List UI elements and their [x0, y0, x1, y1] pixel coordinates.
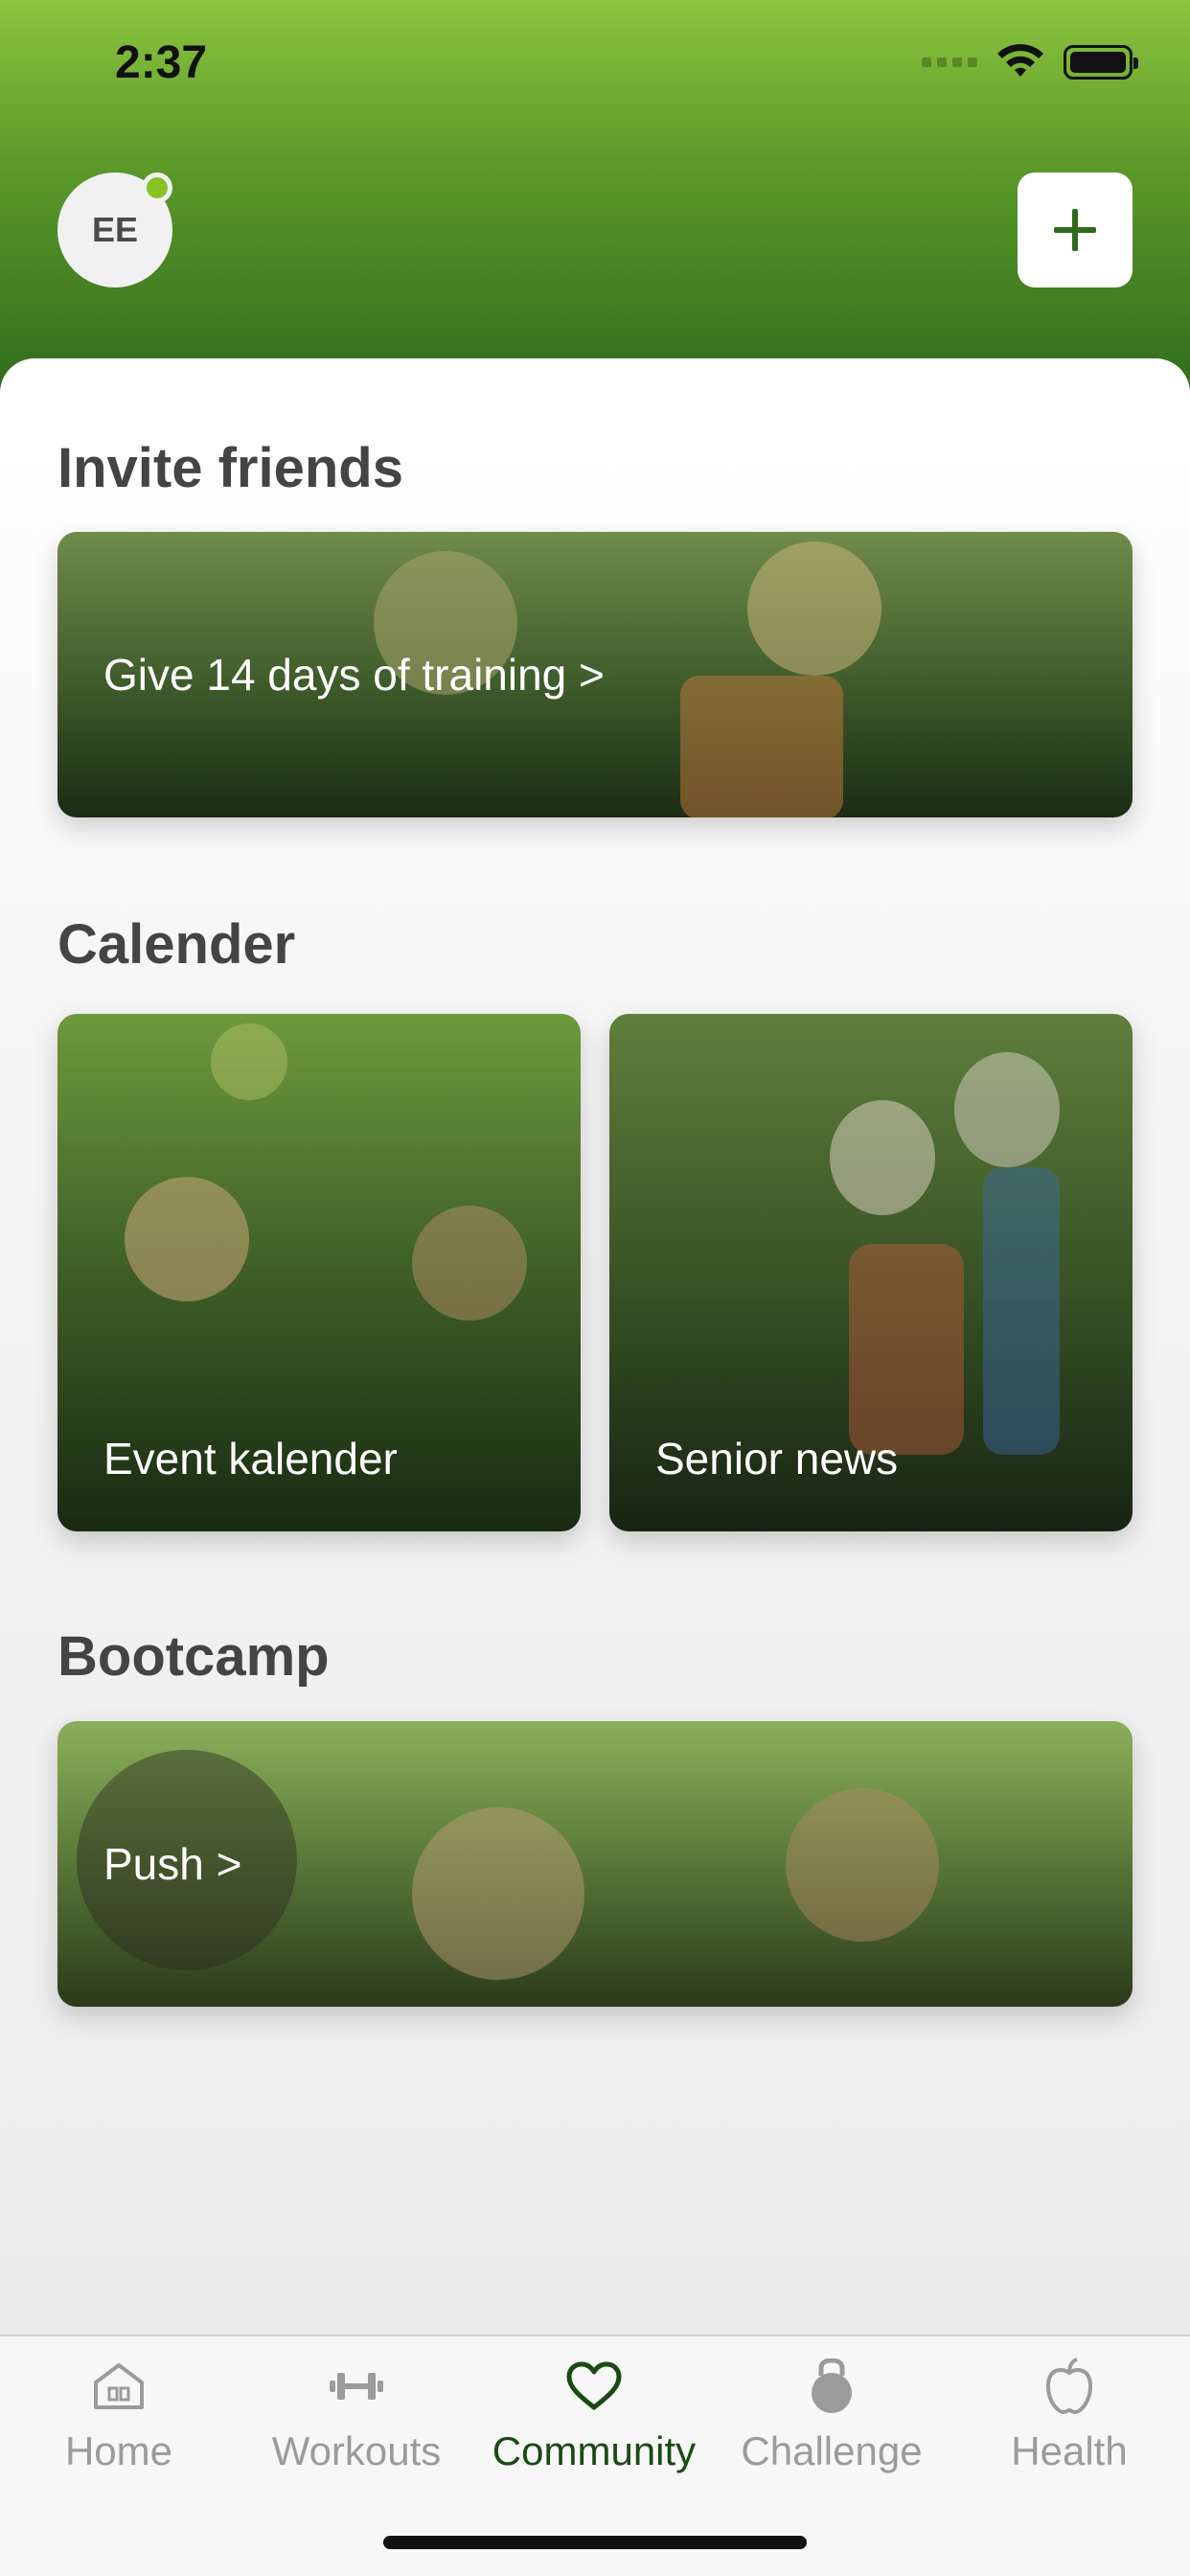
senior-news-card[interactable]: Senior news: [609, 1014, 1133, 1531]
tab-workouts-label: Workouts: [271, 2428, 442, 2473]
status-icons: [922, 44, 1138, 80]
photo-person: [954, 1052, 1060, 1167]
photo-person: [125, 1177, 249, 1301]
senior-news-label: Senior news: [655, 1434, 899, 1484]
battery-icon: [1064, 45, 1138, 80]
community-screen: 2:37 EE Invite friends Give 14 days of t…: [0, 0, 1190, 2576]
tab-community-label: Community: [492, 2428, 697, 2473]
photo-shape: [849, 1244, 964, 1455]
photo-lamp: [211, 1024, 287, 1100]
tab-health-label: Health: [1011, 2428, 1128, 2473]
avatar-initials: EE: [91, 210, 139, 249]
photo-shape: [680, 676, 843, 817]
header: 2:37 EE: [0, 0, 1190, 402]
tab-workouts[interactable]: Workouts: [238, 2356, 475, 2499]
tab-home[interactable]: Home: [0, 2356, 238, 2499]
calendar-title: Calender: [57, 913, 296, 976]
invite-card-label: Give 14 days of training >: [103, 650, 605, 700]
photo-person: [786, 1788, 939, 1942]
wifi-icon: [997, 44, 1043, 77]
add-button[interactable]: [1018, 172, 1133, 288]
cellular-signal-icon: [922, 58, 977, 67]
home-icon: [88, 2356, 149, 2417]
heart-icon: [563, 2356, 625, 2417]
tab-home-label: Home: [64, 2428, 173, 2473]
tab-community[interactable]: Community: [475, 2356, 713, 2499]
event-kalender-label: Event kalender: [103, 1434, 398, 1484]
online-status-dot: [142, 172, 172, 203]
apple-icon: [1039, 2356, 1100, 2417]
dumbbell-icon: [326, 2356, 387, 2417]
profile-avatar[interactable]: EE: [57, 172, 172, 288]
invite-friends-title: Invite friends: [57, 437, 403, 499]
bootcamp-card[interactable]: Push >: [57, 1721, 1133, 2007]
home-indicator: [383, 2536, 807, 2549]
status-time: 2:37: [115, 37, 208, 88]
photo-shape: [983, 1167, 1060, 1455]
tab-challenge-label: Challenge: [741, 2428, 923, 2473]
tab-health[interactable]: Health: [950, 2356, 1188, 2499]
invite-card[interactable]: Give 14 days of training >: [57, 532, 1133, 817]
tab-challenge[interactable]: Challenge: [713, 2356, 950, 2499]
bootcamp-card-label: Push >: [103, 1839, 242, 1889]
event-kalender-card[interactable]: Event kalender: [57, 1014, 581, 1531]
photo-person: [412, 1807, 584, 1980]
plus-icon: [1054, 209, 1096, 251]
photo-person: [830, 1100, 935, 1215]
kettlebell-icon: [801, 2356, 862, 2417]
photo-person: [747, 541, 881, 676]
photo-person: [412, 1206, 527, 1321]
bootcamp-title: Bootcamp: [57, 1625, 330, 1688]
